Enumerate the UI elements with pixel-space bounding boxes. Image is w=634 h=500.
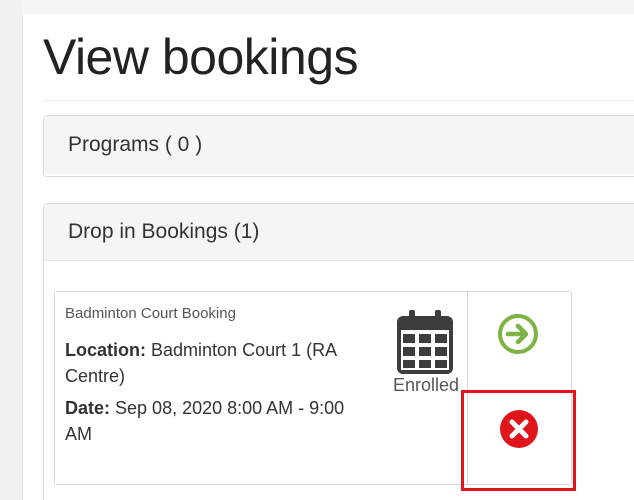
dropin-bookings-panel-heading[interactable]: Drop in Bookings (1) (44, 204, 634, 261)
x-circle-icon (500, 410, 538, 448)
programs-panel-heading[interactable]: Programs ( 0 ) (44, 116, 634, 174)
view-booking-button[interactable] (496, 312, 540, 356)
booking-location: Location: Badminton Court 1 (RA Centre) (65, 337, 365, 389)
booking-location-label: Location: (65, 340, 146, 360)
booking-name: Badminton Court Booking (65, 305, 236, 322)
top-band (22, 0, 634, 14)
programs-panel: Programs ( 0 ) (43, 115, 634, 177)
booking-date: Date: Sep 08, 2020 8:00 AM - 9:00 AM (65, 395, 365, 447)
title-divider (43, 100, 634, 101)
cancel-booking-button[interactable] (497, 407, 541, 451)
arrow-right-circle-icon (498, 314, 538, 354)
calendar-icon-graphic (397, 310, 453, 374)
calendar-icon (397, 310, 453, 374)
booking-date-label: Date: (65, 398, 111, 418)
booking-card-divider (467, 291, 468, 485)
booking-status: Enrolled (393, 375, 460, 395)
page-title: View bookings (43, 29, 359, 85)
left-gutter (0, 0, 23, 500)
page: View bookings Programs ( 0 ) Drop in Boo… (0, 0, 634, 500)
